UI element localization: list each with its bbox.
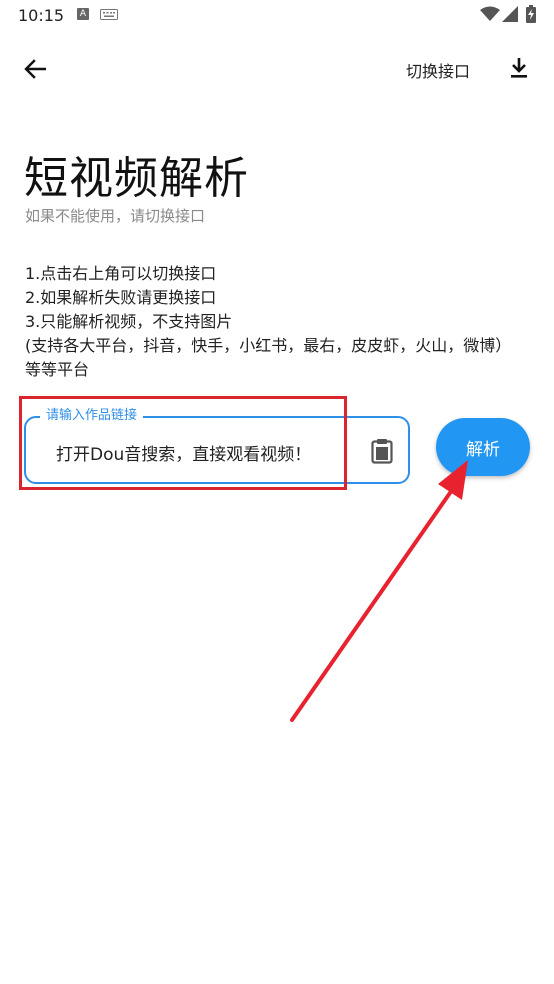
back-button[interactable] (18, 52, 52, 86)
instruction-item: 3.只能解析视频，不支持图片 (25, 312, 233, 331)
clipboard-icon (371, 439, 393, 464)
keyboard-icon (100, 9, 118, 20)
status-time: 10:15 (18, 6, 65, 25)
annotation-highlight-box (19, 396, 347, 490)
instruction-item: (支持各大平台，抖音，快手，小红书，最右，皮皮虾，火山，微博）等等平台 (25, 336, 512, 379)
back-arrow-icon (24, 59, 46, 79)
parse-button[interactable]: 解析 (436, 418, 530, 476)
wifi-icon (480, 6, 500, 21)
download-button[interactable] (504, 52, 534, 84)
instructions-list: 1.点击右上角可以切换接口 2.如果解析失败请更换接口 3.只能解析视频，不支持… (25, 262, 525, 382)
instruction-item: 2.如果解析失败请更换接口 (25, 288, 217, 307)
a-icon: A (77, 8, 89, 20)
paste-button[interactable] (366, 434, 398, 468)
switch-api-button[interactable]: 切换接口 (406, 58, 470, 82)
page-title: 短视频解析 (24, 153, 249, 204)
signal-icon (502, 6, 518, 22)
status-bar: 10:15 A (0, 0, 554, 32)
instruction-item: 1.点击右上角可以切换接口 (25, 264, 217, 283)
battery-icon (526, 5, 536, 23)
download-icon (511, 58, 527, 78)
page-subtitle: 如果不能使用，请切换接口 (25, 207, 206, 225)
